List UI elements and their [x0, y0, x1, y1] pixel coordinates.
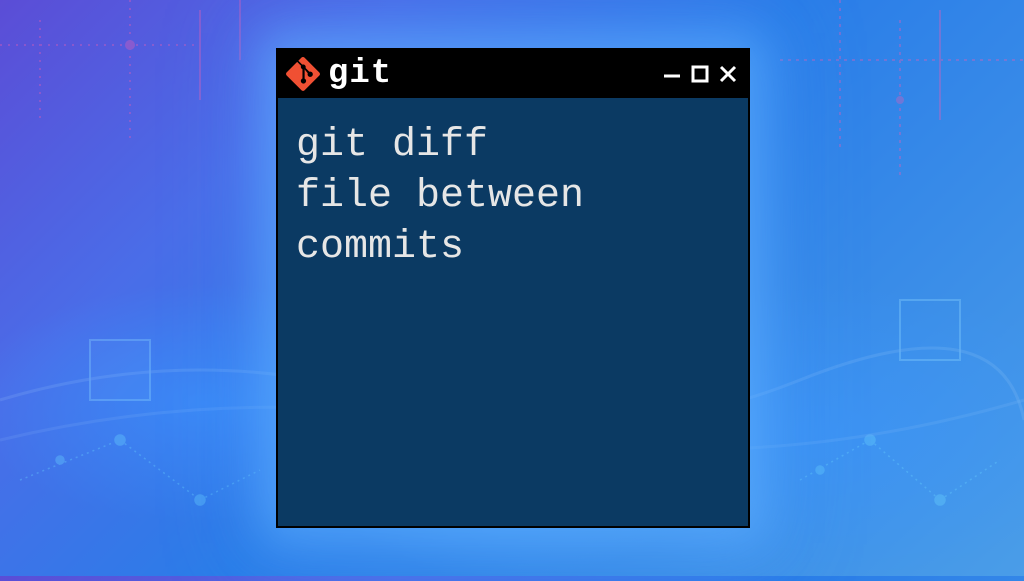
window-controls [662, 64, 738, 84]
terminal-body[interactable]: git diff file between commits [278, 98, 748, 296]
titlebar-left: git [286, 55, 392, 93]
titlebar[interactable]: git [278, 50, 748, 98]
window-title: git [328, 55, 392, 93]
maximize-button[interactable] [690, 64, 710, 84]
minimize-button[interactable] [662, 64, 682, 84]
git-logo-icon [286, 57, 320, 91]
close-button[interactable] [718, 64, 738, 84]
terminal-text: git diff file between commits [296, 120, 730, 274]
terminal-window: git git diff file between commits [276, 48, 750, 528]
